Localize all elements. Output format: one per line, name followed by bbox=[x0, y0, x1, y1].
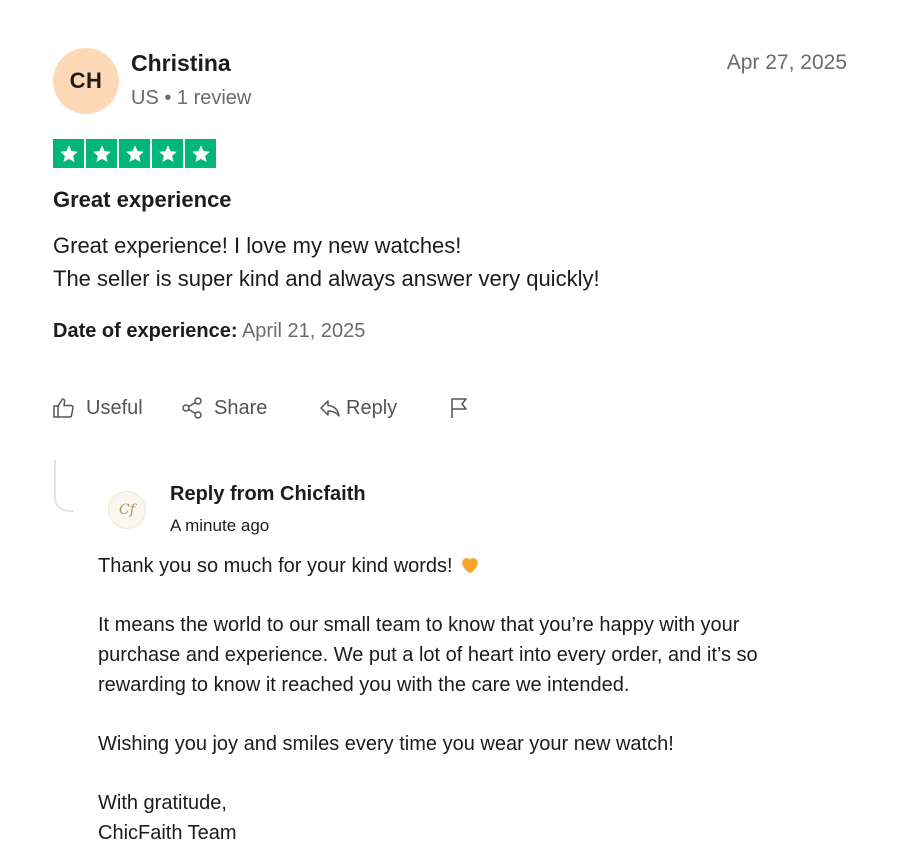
star-icon bbox=[86, 139, 117, 168]
useful-label: Useful bbox=[86, 396, 143, 419]
star-icon bbox=[152, 139, 183, 168]
star-icon bbox=[53, 139, 84, 168]
reply-line: Wishing you joy and smiles every time yo… bbox=[98, 733, 674, 755]
orange-heart-icon bbox=[461, 557, 478, 574]
reply-label: Reply bbox=[346, 396, 398, 419]
reply-from: Reply from Chicfaith bbox=[170, 483, 366, 505]
reply-line: With gratitude, bbox=[98, 792, 227, 814]
company-logo-text: Cf bbox=[119, 502, 135, 518]
reply-line: rewarding to know it reached you with th… bbox=[98, 674, 630, 696]
reply-line: It means the world to our small team to … bbox=[98, 614, 740, 636]
reply-line: Thank you so much for your kind words! bbox=[98, 551, 858, 581]
reply-time: A minute ago bbox=[170, 516, 270, 535]
reviewer-name[interactable]: Christina bbox=[131, 50, 231, 77]
experience-label: Date of experience: bbox=[53, 320, 238, 342]
reviewer-meta: US • 1 review bbox=[131, 87, 252, 109]
date-of-experience: Date of experience: April 21, 2025 bbox=[53, 320, 365, 343]
star-rating bbox=[53, 139, 216, 168]
review-date: Apr 27, 2025 bbox=[726, 51, 847, 74]
reply-thread-line bbox=[54, 460, 74, 512]
avatar-initials: CH bbox=[69, 68, 103, 93]
review-body-line: Great experience! I love my new watches! bbox=[53, 233, 462, 258]
reply-button[interactable]: Reply bbox=[318, 392, 397, 424]
useful-button[interactable]: Useful bbox=[52, 392, 143, 424]
review-body-line: The seller is super kind and always answ… bbox=[53, 266, 600, 291]
share-button[interactable]: Share bbox=[180, 392, 267, 424]
reply-line: ChicFaith Team bbox=[98, 822, 237, 844]
review-title: Great experience bbox=[53, 187, 232, 212]
review-card: CH Christina US • 1 review Apr 27, 2025 … bbox=[0, 0, 898, 868]
reply-line-text: Thank you so much for your kind words! bbox=[98, 555, 453, 577]
reply-line: purchase and experience. We put a lot of… bbox=[98, 644, 758, 666]
experience-date: April 21, 2025 bbox=[241, 320, 366, 342]
share-icon bbox=[182, 397, 202, 419]
reply-body: Thank you so much for your kind words! I… bbox=[98, 551, 858, 848]
share-label: Share bbox=[214, 396, 268, 419]
avatar[interactable]: CH bbox=[53, 48, 119, 114]
star-icon bbox=[119, 139, 150, 168]
company-logo[interactable]: Cf bbox=[108, 491, 146, 529]
flag-button[interactable] bbox=[448, 392, 472, 424]
reply-arrow-icon bbox=[320, 400, 340, 417]
review-body: Great experience! I love my new watches!… bbox=[53, 229, 600, 295]
star-icon bbox=[185, 139, 216, 168]
flag-icon bbox=[451, 398, 467, 418]
thumbs-up-icon bbox=[53, 398, 74, 418]
